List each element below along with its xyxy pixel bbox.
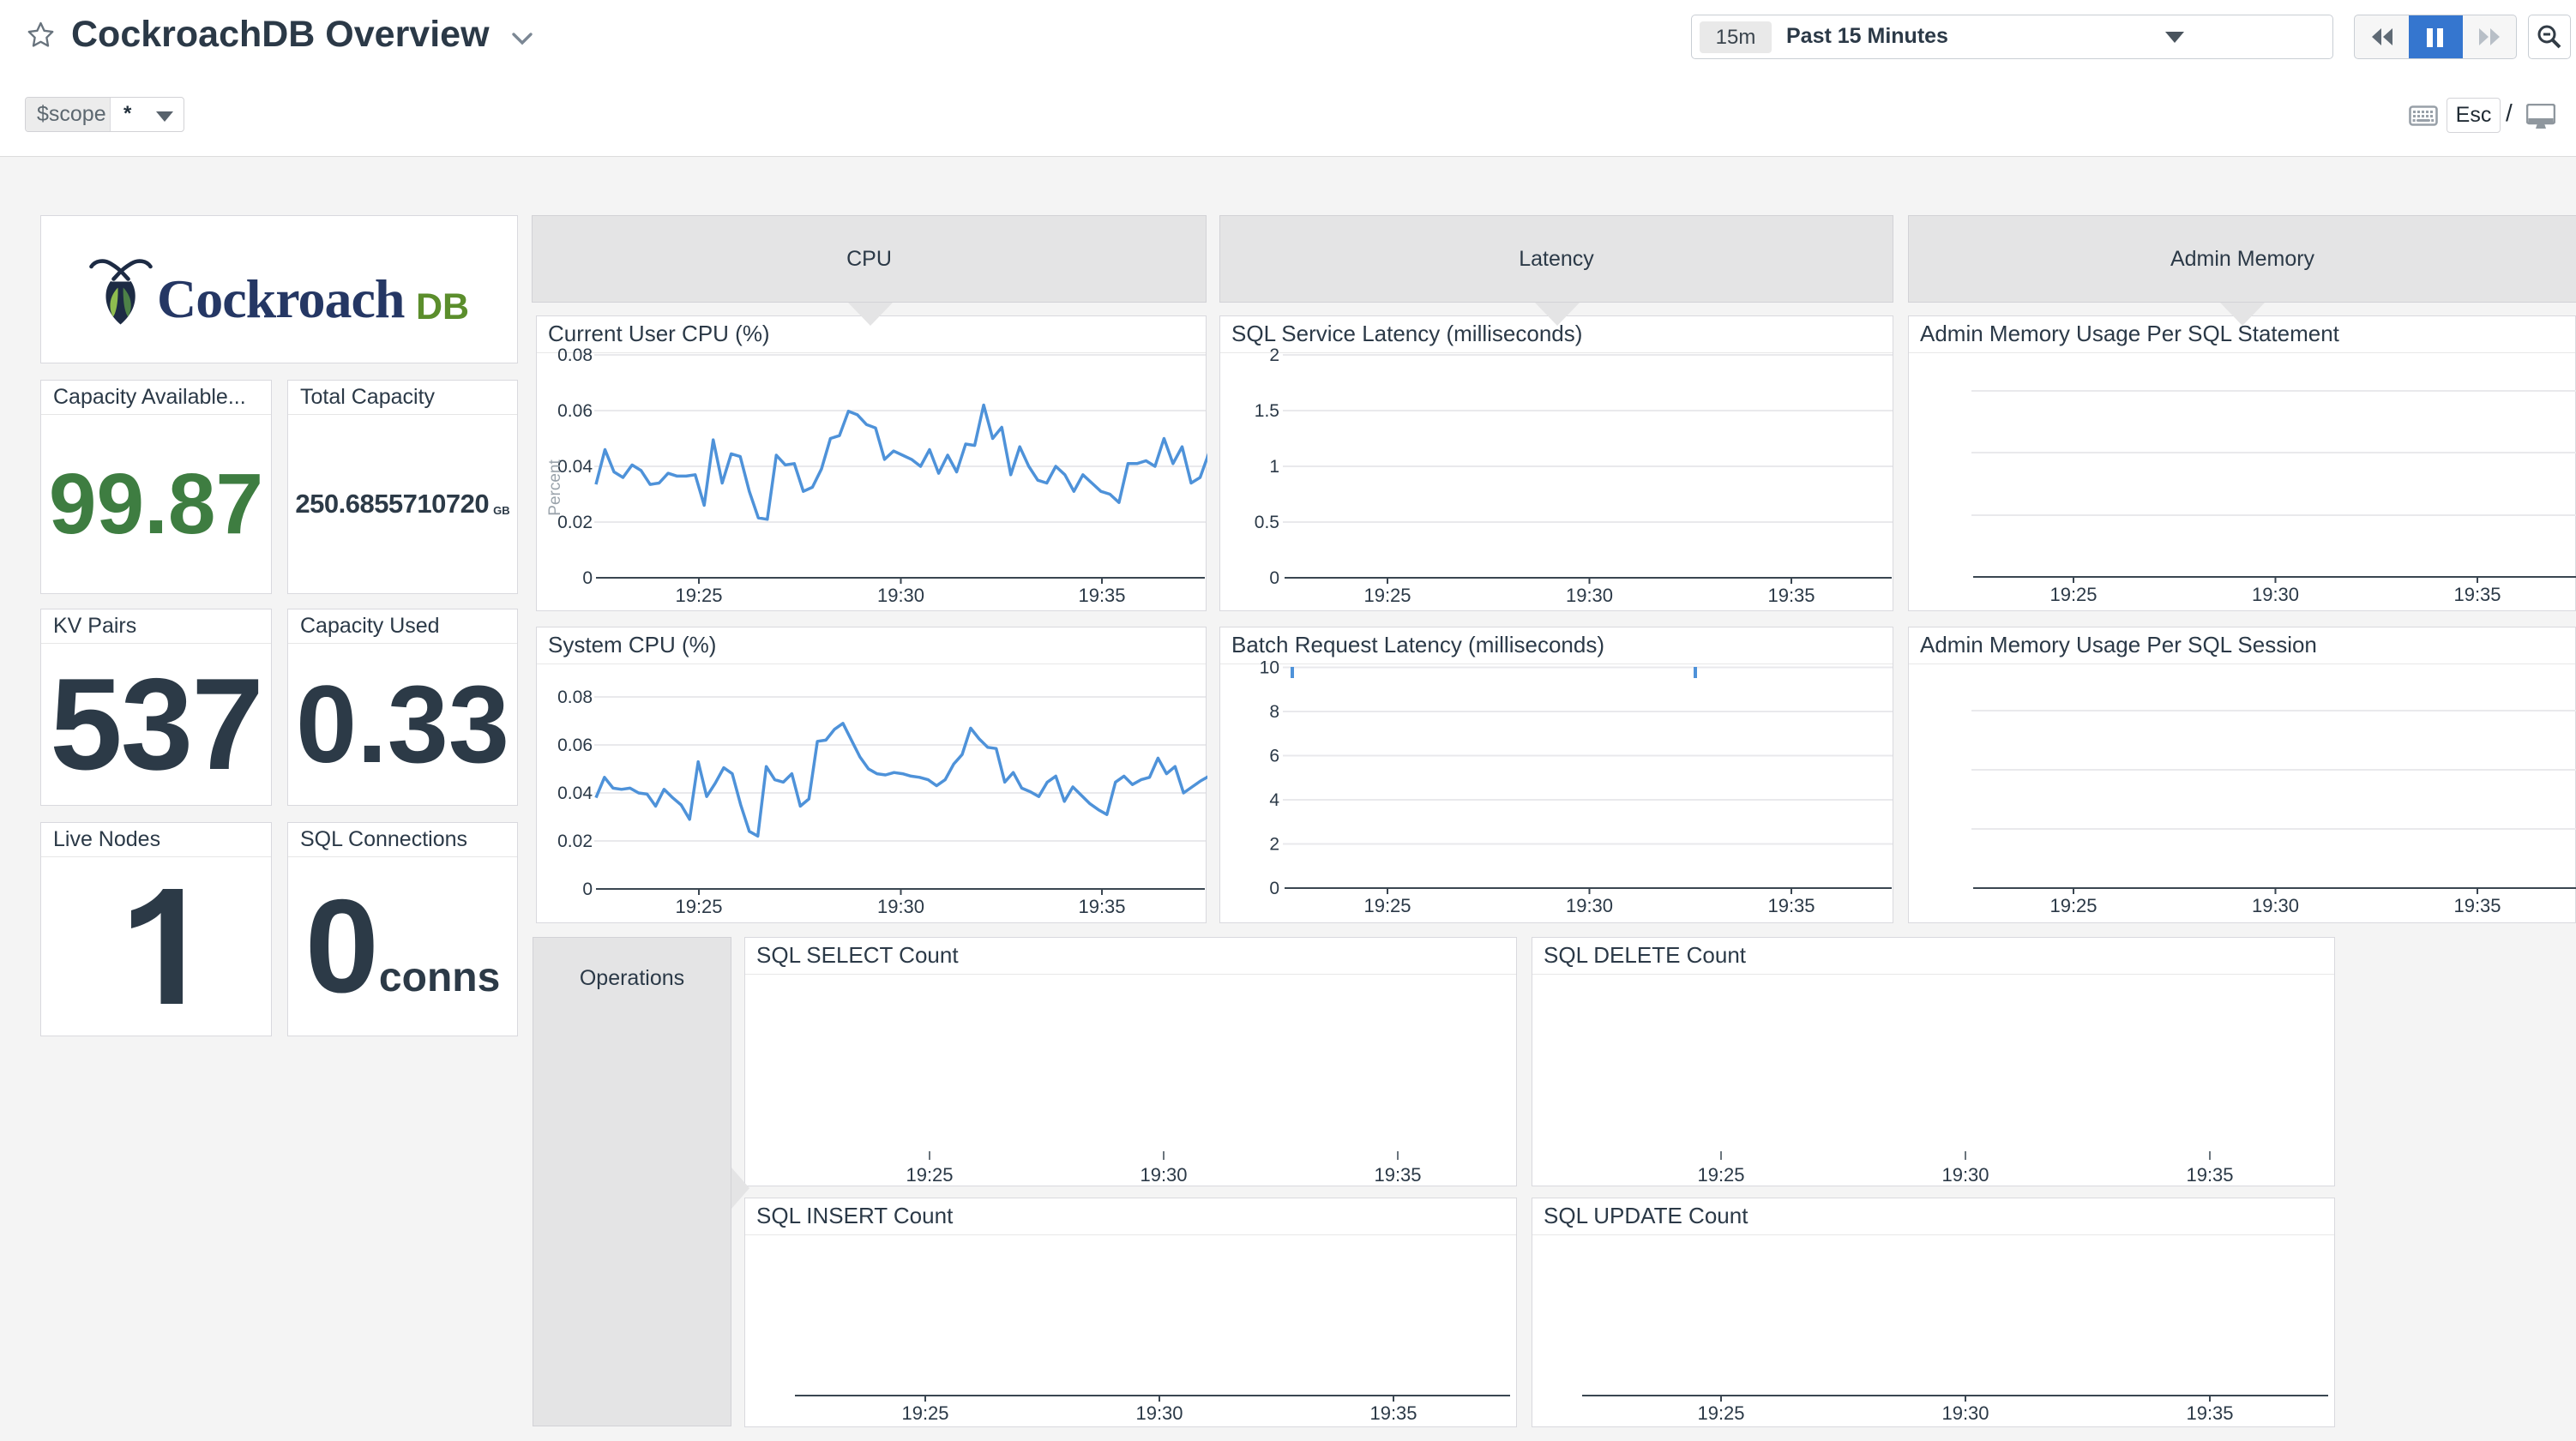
svg-text:19:35: 19:35 [2453,584,2501,605]
svg-text:19:25: 19:25 [675,896,722,917]
svg-text:19:25: 19:25 [1697,1164,1744,1186]
svg-text:19:30: 19:30 [877,585,924,606]
svg-text:Percent: Percent [546,459,564,516]
svg-text:19:35: 19:35 [1078,896,1125,917]
svg-text:19:25: 19:25 [1697,1402,1744,1424]
svg-text:19:30: 19:30 [1566,585,1613,606]
svg-text:2: 2 [1269,835,1279,855]
svg-text:0: 0 [582,568,593,588]
svg-text:19:30: 19:30 [877,896,924,917]
svg-text:19:35: 19:35 [2453,895,2501,916]
svg-text:19:25: 19:25 [675,585,722,606]
svg-text:19:25: 19:25 [1363,895,1411,916]
svg-text:0.04: 0.04 [557,784,593,803]
svg-text:0.02: 0.02 [557,832,593,851]
svg-text:19:35: 19:35 [1767,585,1815,606]
svg-text:19:30: 19:30 [1140,1164,1187,1186]
svg-text:19:35: 19:35 [2186,1402,2233,1424]
svg-text:19:30: 19:30 [2252,895,2299,916]
svg-text:19:30: 19:30 [1941,1402,1989,1424]
svg-text:19:25: 19:25 [906,1164,953,1186]
svg-text:19:25: 19:25 [2049,895,2097,916]
svg-text:0: 0 [1269,568,1279,588]
svg-text:19:25: 19:25 [2049,584,2097,605]
svg-text:19:30: 19:30 [1135,1402,1183,1424]
svg-text:0.08: 0.08 [557,687,593,707]
svg-text:19:35: 19:35 [1078,585,1125,606]
svg-text:19:25: 19:25 [901,1402,948,1424]
svg-text:0.08: 0.08 [557,345,593,365]
svg-text:4: 4 [1269,790,1279,810]
svg-text:1: 1 [1269,457,1279,477]
svg-text:0.06: 0.06 [557,736,593,755]
svg-text:0: 0 [582,880,593,899]
svg-text:6: 6 [1269,747,1279,766]
svg-text:1.5: 1.5 [1255,401,1279,421]
svg-text:19:35: 19:35 [1369,1402,1417,1424]
svg-text:19:35: 19:35 [2186,1164,2233,1186]
svg-text:19:35: 19:35 [1767,895,1815,916]
svg-text:19:25: 19:25 [1363,585,1411,606]
svg-text:0.5: 0.5 [1255,513,1279,532]
svg-text:19:30: 19:30 [1941,1164,1989,1186]
svg-text:19:30: 19:30 [1566,895,1613,916]
svg-text:2: 2 [1269,345,1279,365]
svg-text:19:35: 19:35 [1374,1164,1421,1186]
svg-text:8: 8 [1269,702,1279,722]
svg-text:19:30: 19:30 [2252,584,2299,605]
svg-text:0.06: 0.06 [557,401,593,421]
svg-text:0: 0 [1269,879,1279,898]
svg-text:10: 10 [1260,658,1279,678]
